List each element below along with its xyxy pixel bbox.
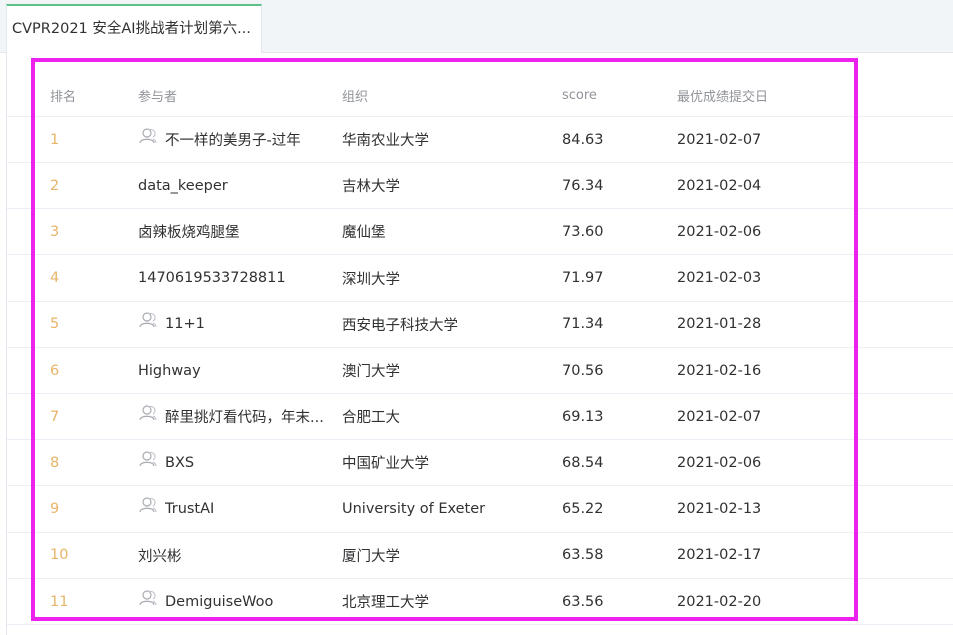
- org-cell: University of Exeter: [342, 501, 486, 518]
- score-cell: 76.34: [562, 177, 604, 194]
- participant-cell[interactable]: 醉里挑灯看代码，年末...: [138, 394, 334, 439]
- date-cell: 2021-02-04: [677, 177, 762, 194]
- score-cell: 70.56: [562, 362, 604, 379]
- header-rank[interactable]: 排名: [50, 75, 110, 116]
- date-cell: 2021-02-03: [677, 270, 762, 287]
- org-cell: 吉林大学: [342, 179, 400, 196]
- participant-name: 不一样的美男子-过年: [165, 133, 301, 149]
- date-cell: 2021-02-07: [677, 408, 762, 425]
- rank-cell: 2: [50, 177, 60, 194]
- header-org[interactable]: 组织: [342, 75, 552, 116]
- org-cell: 北京理工大学: [342, 595, 429, 611]
- score-cell: 73.60: [562, 223, 604, 240]
- date-cell: 2021-01-28: [677, 316, 762, 333]
- rank-cell: 4: [50, 270, 60, 287]
- participant-cell[interactable]: 不一样的美男子-过年: [138, 117, 334, 162]
- participant-name: 刘兴彬: [138, 548, 182, 565]
- table-row: 2 data_keeper 吉林大学 76.34 2021-02-04: [7, 163, 953, 210]
- org-cell: 澳门大学: [342, 364, 400, 380]
- header-score[interactable]: score: [562, 75, 662, 116]
- participant-cell[interactable]: 11+1: [138, 302, 334, 347]
- participant-cell[interactable]: TrustAI: [138, 487, 334, 532]
- score-cell: 63.58: [562, 547, 604, 564]
- team-icon: [138, 404, 158, 422]
- rank-cell: 3: [50, 223, 60, 240]
- table-row: 3 卤辣板烧鸡腿堡 魔仙堡 73.60 2021-02-06: [7, 209, 953, 256]
- table-row: 11 DemiguiseWoo 北京理工大学 63.56 2021-02-20: [7, 579, 953, 625]
- participant-name: 醉里挑灯看代码，年末...: [165, 410, 324, 427]
- org-cell: 西安电子科技大学: [342, 317, 458, 334]
- table-row: 7 醉里挑灯看代码，年末... 合肥工大 69.13 2021-02-07: [7, 394, 953, 441]
- org-cell: 魔仙堡: [342, 225, 386, 242]
- date-cell: 2021-02-16: [677, 362, 762, 379]
- org-cell: 厦门大学: [342, 548, 400, 565]
- date-cell: 2021-02-13: [677, 501, 762, 518]
- participant-name: DemiguiseWoo: [165, 593, 274, 610]
- table-row: 6 Highway 澳门大学 70.56 2021-02-16: [7, 348, 953, 394]
- participant-name: TrustAI: [165, 501, 215, 518]
- team-icon: [138, 450, 158, 468]
- org-cell: 深圳大学: [342, 271, 400, 288]
- rank-cell: 9: [50, 501, 60, 518]
- participant-cell[interactable]: 卤辣板烧鸡腿堡: [138, 209, 334, 254]
- date-cell: 2021-02-20: [677, 593, 762, 610]
- participant-cell[interactable]: DemiguiseWoo: [138, 579, 334, 624]
- participant-cell[interactable]: Highway: [138, 348, 334, 393]
- table-row: 5 11+1 西安电子科技大学 71.34 2021-01-28: [7, 302, 953, 348]
- participant-name: 卤辣板烧鸡腿堡: [138, 225, 240, 242]
- rank-cell: 11: [50, 593, 69, 610]
- score-cell: 84.63: [562, 131, 604, 148]
- score-cell: 65.22: [562, 501, 604, 518]
- rank-cell: 5: [50, 316, 60, 333]
- team-icon: [138, 311, 158, 329]
- team-icon: [138, 589, 158, 607]
- rank-cell: 10: [50, 547, 69, 564]
- table-row: 9 TrustAI University of Exeter 65.22 2021-02…: [7, 487, 953, 533]
- participant-name: data_keeper: [138, 177, 228, 194]
- participant-cell[interactable]: 刘兴彬: [138, 533, 334, 578]
- org-cell: 合肥工大: [342, 410, 400, 427]
- table-row: 4 1470619533728811 深圳大学 71.97 2021-02-03: [7, 256, 953, 302]
- participant-cell[interactable]: data_keeper: [138, 163, 334, 208]
- org-cell: 华南农业大学: [342, 133, 429, 149]
- date-cell: 2021-02-17: [677, 547, 762, 564]
- tab-bar: CVPR2021 安全AI挑战者计划第六...: [0, 0, 953, 53]
- table-row: 10 刘兴彬 厦门大学 63.58 2021-02-17: [7, 533, 953, 579]
- rank-cell: 7: [50, 408, 60, 425]
- table-row: 1 不一样的美男子-过年 华南农业大学 84.63 2021-02-07: [7, 117, 953, 163]
- header-date[interactable]: 最优成绩提交日: [677, 75, 857, 116]
- score-cell: 63.56: [562, 593, 604, 610]
- date-cell: 2021-02-07: [677, 131, 762, 148]
- score-cell: 69.13: [562, 408, 604, 425]
- rank-cell: 6: [50, 362, 60, 379]
- participant-name: 1470619533728811: [138, 270, 286, 287]
- date-cell: 2021-02-06: [677, 223, 762, 240]
- team-icon: [138, 127, 158, 145]
- score-cell: 68.54: [562, 454, 604, 471]
- participant-cell[interactable]: BXS: [138, 440, 334, 485]
- score-cell: 71.34: [562, 316, 604, 333]
- participant-name: Highway: [138, 362, 201, 379]
- rank-cell: 8: [50, 454, 60, 471]
- rank-cell: 1: [50, 131, 60, 148]
- org-cell: 中国矿业大学: [342, 456, 429, 473]
- participant-name: BXS: [165, 454, 195, 471]
- tab-competition[interactable]: CVPR2021 安全AI挑战者计划第六...: [6, 4, 262, 53]
- score-cell: 71.97: [562, 270, 604, 287]
- table-header: 排名 参与者 组织 score 最优成绩提交日: [7, 75, 953, 117]
- date-cell: 2021-02-06: [677, 454, 762, 471]
- table-row: 8 BXS 中国矿业大学 68.54 2021-02-06: [7, 440, 953, 487]
- participant-name: 11+1: [165, 316, 205, 333]
- header-participant[interactable]: 参与者: [138, 75, 334, 116]
- participant-cell[interactable]: 1470619533728811: [138, 256, 334, 301]
- team-icon: [138, 496, 158, 514]
